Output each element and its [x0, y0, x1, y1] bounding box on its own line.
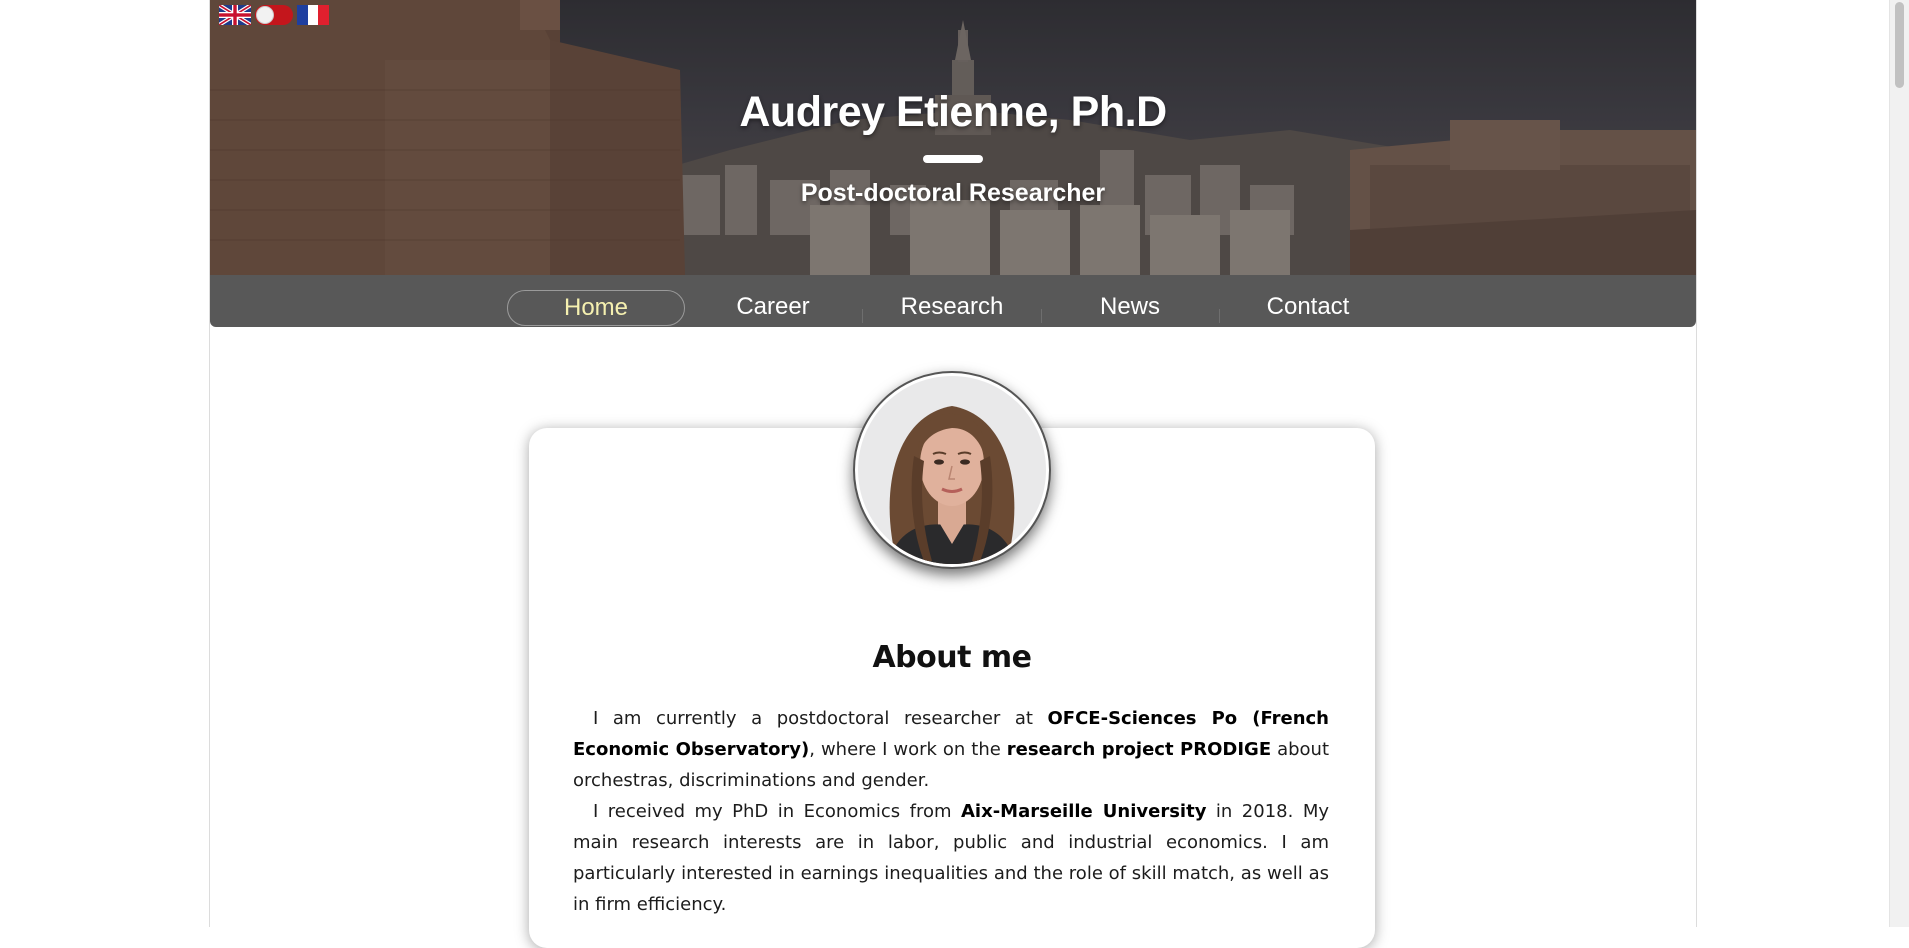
avatar: [853, 371, 1051, 569]
nav-news[interactable]: News: [1041, 290, 1219, 326]
language-toggle-icon[interactable]: [255, 5, 293, 25]
about-heading: About me: [872, 640, 1032, 675]
france-flag-icon[interactable]: [297, 5, 329, 25]
page-container: Audrey Etienne, Ph.D Post-doctoral Resea…: [209, 0, 1697, 948]
toggle-knob: [256, 6, 274, 24]
header-overlay: [210, 0, 1696, 275]
about-prodige-highlight: research project PRODIGE: [1006, 739, 1272, 760]
about-text-segment: I received my PhD in Economics from: [593, 801, 961, 822]
main-navigation: Home Career Research News Contact: [210, 275, 1696, 327]
language-switcher: [219, 5, 329, 25]
title-divider: [923, 155, 983, 163]
about-paragraph-1: I am currently a postdoctoral researcher…: [573, 703, 1329, 796]
about-text-segment: , where I work on the: [809, 739, 1007, 760]
nav-contact[interactable]: Contact: [1219, 290, 1397, 326]
page-subtitle: Post-doctoral Researcher: [800, 179, 1106, 207]
uk-flag-icon[interactable]: [219, 5, 251, 25]
header-banner: Audrey Etienne, Ph.D Post-doctoral Resea…: [210, 0, 1696, 275]
page-scrollbar[interactable]: [1889, 0, 1909, 927]
about-university-highlight: Aix-Marseille University: [961, 801, 1207, 822]
about-text: I am currently a postdoctoral researcher…: [573, 703, 1329, 920]
page-title: Audrey Etienne, Ph.D: [739, 88, 1167, 136]
scrollbar-thumb[interactable]: [1895, 2, 1904, 88]
about-paragraph-2: I received my PhD in Economics from Aix-…: [573, 796, 1329, 920]
nav-career[interactable]: Career: [684, 290, 862, 326]
profile-photo: [858, 376, 1046, 564]
nav-home[interactable]: Home: [507, 290, 685, 326]
nav-research[interactable]: Research: [863, 290, 1041, 326]
about-text-segment: I am currently a postdoctoral researcher…: [593, 708, 1048, 729]
